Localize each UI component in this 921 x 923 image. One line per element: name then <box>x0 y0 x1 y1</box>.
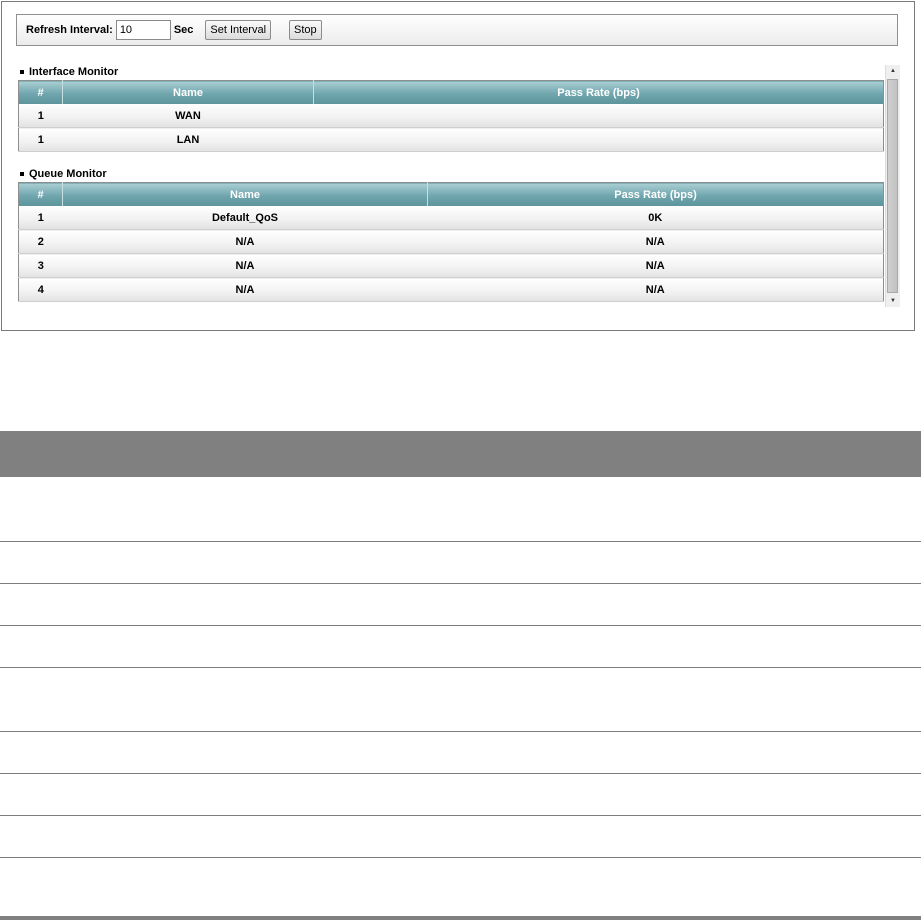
interface-monitor-table: # Name Pass Rate (bps) 1 WAN 1 LAN <box>18 80 884 152</box>
queue-name: N/A <box>62 253 428 278</box>
description-row <box>0 816 921 858</box>
queue-monitor-title-text: Queue Monitor <box>29 168 107 180</box>
table-row: 1 WAN <box>18 104 884 128</box>
table-row: 2 N/A N/A <box>18 229 884 254</box>
row-number: 2 <box>18 229 63 254</box>
table-row: 4 N/A N/A <box>18 277 884 302</box>
refresh-toolbar: Refresh Interval: Sec Set Interval Stop <box>16 14 898 46</box>
queue-monitor-table: # Name Pass Rate (bps) 1 Default_QoS 0K … <box>18 182 884 302</box>
refresh-interval-input[interactable] <box>115 20 171 40</box>
row-number: 4 <box>18 277 63 302</box>
description-row <box>0 774 921 816</box>
queue-monitor-title: Queue Monitor <box>18 166 884 182</box>
pass-rate: 0K <box>427 206 884 230</box>
scroll-up-icon[interactable]: ▲ <box>886 65 900 77</box>
pass-rate <box>313 127 884 152</box>
description-row <box>0 732 921 774</box>
monitor-screen: Refresh Interval: Sec Set Interval Stop … <box>1 1 915 331</box>
pass-rate: N/A <box>427 253 884 278</box>
column-header-name[interactable]: Name <box>62 80 314 104</box>
description-row <box>0 668 921 732</box>
queue-name: N/A <box>62 229 428 254</box>
description-table-header <box>0 431 921 477</box>
row-number: 3 <box>18 253 63 278</box>
table-header-row: # Name Pass Rate (bps) <box>18 80 884 104</box>
column-header-pass-rate[interactable]: Pass Rate (bps) <box>427 182 884 206</box>
column-header-number[interactable]: # <box>18 80 63 104</box>
queue-name: N/A <box>62 277 428 302</box>
vertical-scrollbar[interactable]: ▲ ▼ <box>885 65 900 307</box>
queue-name: Default_QoS <box>62 206 428 230</box>
monitor-content: Interface Monitor # Name Pass Rate (bps)… <box>18 64 884 302</box>
pass-rate: N/A <box>427 229 884 254</box>
interface-monitor-title-text: Interface Monitor <box>29 66 119 78</box>
table-row: 3 N/A N/A <box>18 253 884 278</box>
description-row <box>0 584 921 626</box>
scrollbar-thumb[interactable] <box>887 79 898 293</box>
seconds-unit-label: Sec <box>173 24 194 36</box>
column-header-pass-rate[interactable]: Pass Rate (bps) <box>313 80 884 104</box>
pass-rate <box>313 104 884 128</box>
column-header-name[interactable]: Name <box>62 182 428 206</box>
interface-name: WAN <box>62 104 314 128</box>
table-row: 1 LAN <box>18 127 884 152</box>
description-table <box>0 431 921 920</box>
description-row <box>0 626 921 668</box>
refresh-interval-label: Refresh Interval: <box>26 24 113 36</box>
interface-name: LAN <box>62 127 314 152</box>
description-row <box>0 477 921 542</box>
column-header-number[interactable]: # <box>18 182 63 206</box>
table-row: 1 Default_QoS 0K <box>18 206 884 230</box>
bullet-icon <box>20 172 24 176</box>
description-table-footer <box>0 916 921 920</box>
interface-monitor-title: Interface Monitor <box>18 64 884 80</box>
row-number: 1 <box>18 127 63 152</box>
description-row <box>0 542 921 584</box>
row-number: 1 <box>18 104 63 128</box>
scroll-down-icon[interactable]: ▼ <box>886 295 900 307</box>
bullet-icon <box>20 70 24 74</box>
set-interval-button[interactable]: Set Interval <box>205 20 272 40</box>
row-number: 1 <box>18 206 63 230</box>
stop-button[interactable]: Stop <box>289 20 322 40</box>
pass-rate: N/A <box>427 277 884 302</box>
table-header-row: # Name Pass Rate (bps) <box>18 182 884 206</box>
